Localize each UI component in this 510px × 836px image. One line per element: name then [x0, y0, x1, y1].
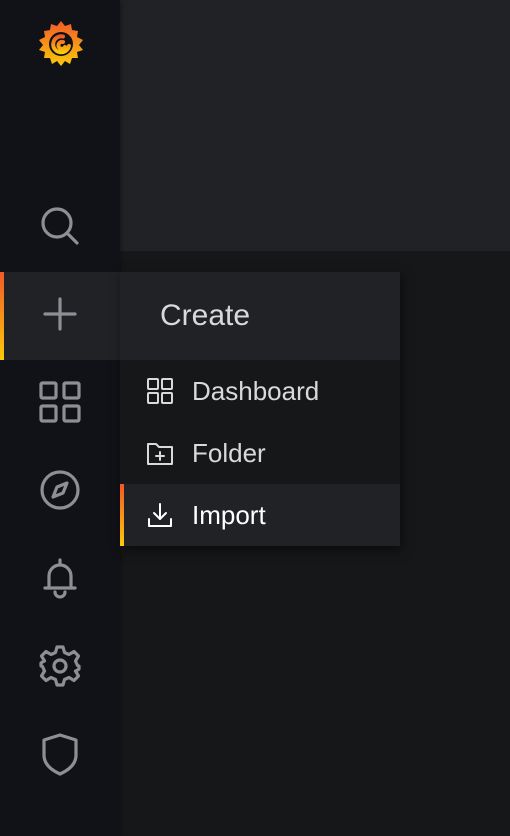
- app-root: Create Dashboard Folder Import: [0, 0, 510, 836]
- nav-create[interactable]: [0, 272, 120, 360]
- menu-item-dashboard[interactable]: Dashboard: [120, 360, 400, 422]
- apps-icon: [37, 379, 83, 430]
- grafana-logo-icon[interactable]: [33, 16, 89, 72]
- nav-server-admin[interactable]: [0, 712, 120, 800]
- apps-icon: [146, 377, 174, 405]
- nav-alerting[interactable]: [0, 536, 120, 624]
- create-menu: Create Dashboard Folder Import: [120, 272, 400, 546]
- create-menu-title[interactable]: Create: [120, 272, 400, 360]
- import-icon: [146, 501, 174, 529]
- folder-plus-icon: [146, 439, 174, 467]
- side-nav: [0, 0, 120, 836]
- menu-item-import[interactable]: Import: [120, 484, 400, 546]
- search-icon: [37, 203, 83, 254]
- cog-icon: [37, 643, 83, 694]
- compass-icon: [37, 467, 83, 518]
- nav-dashboards[interactable]: [0, 360, 120, 448]
- menu-item-label: Dashboard: [192, 375, 320, 406]
- menu-item-folder[interactable]: Folder: [120, 422, 400, 484]
- plus-icon: [37, 291, 83, 342]
- nav-search[interactable]: [0, 184, 120, 272]
- nav-configuration[interactable]: [0, 624, 120, 712]
- menu-item-label: Import: [192, 499, 266, 530]
- bell-icon: [37, 555, 83, 606]
- shield-icon: [37, 731, 83, 782]
- nav-explore[interactable]: [0, 448, 120, 536]
- top-panel: [120, 0, 510, 251]
- menu-item-label: Folder: [192, 437, 266, 468]
